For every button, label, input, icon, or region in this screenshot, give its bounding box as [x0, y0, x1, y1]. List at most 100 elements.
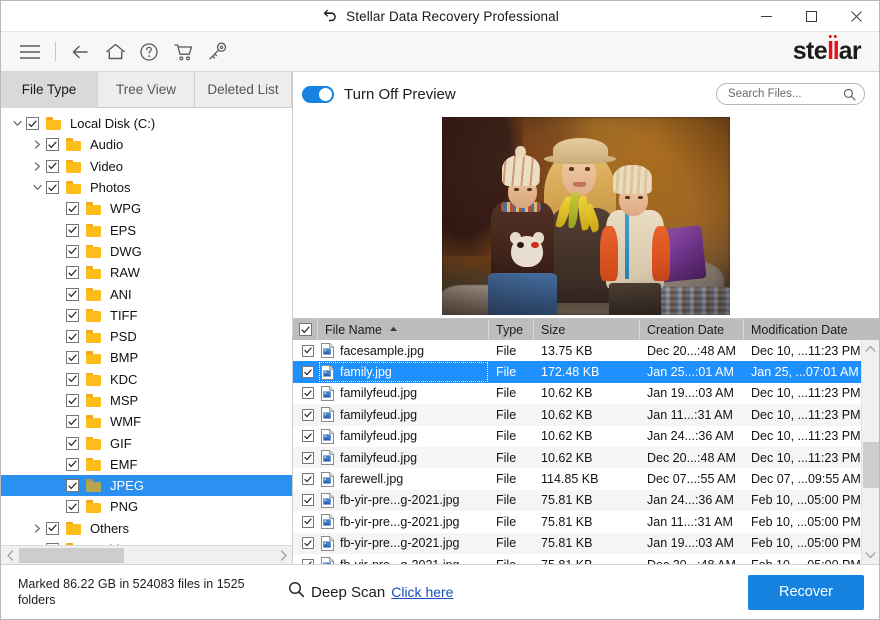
tree-node-bmp[interactable]: BMP — [1, 347, 292, 368]
tree-node-checkbox[interactable] — [66, 351, 79, 364]
column-header-modification-date[interactable]: Modification Date — [744, 319, 879, 340]
row-checkbox[interactable] — [302, 366, 314, 378]
tab-tree-view[interactable]: Tree View — [98, 72, 195, 108]
tree-hscroll-thumb[interactable] — [19, 548, 124, 563]
row-checkbox[interactable] — [302, 409, 314, 421]
hamburger-menu-icon[interactable] — [14, 36, 46, 68]
table-vscroll-track[interactable] — [862, 358, 880, 546]
twisty-down-icon[interactable] — [9, 120, 26, 127]
tree-node-checkbox[interactable] — [46, 181, 59, 194]
deep-scan-link[interactable]: Click here — [391, 584, 453, 600]
tree-node-gif[interactable]: GIF — [1, 432, 292, 453]
table-row[interactable]: family.jpgFile172.48 KBJan 25...:01 AMJa… — [293, 361, 861, 382]
preview-toggle[interactable] — [302, 86, 334, 103]
row-checkbox[interactable] — [302, 516, 314, 528]
search-box[interactable] — [716, 83, 865, 105]
scroll-left-icon[interactable] — [1, 546, 19, 564]
help-icon[interactable] — [133, 36, 165, 68]
row-checkbox-cell[interactable] — [293, 361, 318, 382]
table-row[interactable]: fb-yir-pre...g-2021.jpgFile75.81 KBJan 1… — [293, 511, 861, 532]
row-checkbox[interactable] — [302, 494, 314, 506]
table-row[interactable]: familyfeud.jpgFile10.62 KBJan 24...:36 A… — [293, 426, 861, 447]
tree-node-jpeg[interactable]: JPEG — [1, 475, 292, 496]
tree-node-checkbox[interactable] — [46, 160, 59, 173]
table-row[interactable]: fb-yir-pre...g-2021.jpgFile75.81 KBJan 1… — [293, 533, 861, 554]
tree-node-ani[interactable]: ANI — [1, 283, 292, 304]
tree-node-checkbox[interactable] — [66, 202, 79, 215]
row-checkbox[interactable] — [302, 452, 314, 464]
table-row[interactable]: familyfeud.jpgFile10.62 KBJan 19...:03 A… — [293, 383, 861, 404]
tree-node-checkbox[interactable] — [66, 437, 79, 450]
tree-node-checkbox[interactable] — [46, 522, 59, 535]
tree-node-audio[interactable]: Audio — [1, 134, 292, 155]
tree-node-checkbox[interactable] — [66, 500, 79, 513]
tree-node-others[interactable]: Others — [1, 518, 292, 539]
tree-node-emf[interactable]: EMF — [1, 454, 292, 475]
tree-node-checkbox[interactable] — [46, 543, 59, 545]
tree-node-video[interactable]: Video — [1, 156, 292, 177]
table-row[interactable]: familyfeud.jpgFile10.62 KBDec 20...:48 A… — [293, 447, 861, 468]
column-header-file-name[interactable]: File Name — [318, 319, 489, 340]
tree-node-wmf[interactable]: WMF — [1, 411, 292, 432]
table-row[interactable]: facesample.jpgFile13.75 KBDec 20...:48 A… — [293, 340, 861, 361]
row-checkbox-cell[interactable] — [293, 447, 318, 468]
column-header-type[interactable]: Type — [489, 319, 534, 340]
key-icon[interactable] — [201, 36, 233, 68]
twisty-right-icon[interactable] — [29, 524, 46, 533]
table-row[interactable]: fb-yir-pre...g-2021.jpgFile75.81 KBDec 2… — [293, 554, 861, 564]
row-checkbox-cell[interactable] — [293, 511, 318, 532]
table-vertical-scrollbar[interactable] — [861, 340, 879, 564]
tree-node-wpg[interactable]: WPG — [1, 198, 292, 219]
tree-node-kdc[interactable]: KDC — [1, 369, 292, 390]
tree-node-checkbox[interactable] — [46, 138, 59, 151]
minimize-button[interactable] — [744, 1, 789, 32]
tree-horizontal-scrollbar[interactable] — [1, 545, 292, 564]
select-all-checkbox[interactable] — [299, 323, 312, 336]
close-button[interactable] — [834, 1, 879, 32]
row-checkbox-cell[interactable] — [293, 383, 318, 404]
tree-node-checkbox[interactable] — [26, 117, 39, 130]
row-checkbox-cell[interactable] — [293, 468, 318, 489]
tree-node-checkbox[interactable] — [66, 245, 79, 258]
tree-node-checkbox[interactable] — [66, 394, 79, 407]
twisty-down-icon[interactable] — [29, 184, 46, 191]
table-vscroll-thumb[interactable] — [863, 442, 879, 488]
tab-file-type[interactable]: File Type — [1, 72, 98, 108]
tree-node-checkbox[interactable] — [66, 479, 79, 492]
home-icon[interactable] — [99, 36, 131, 68]
tree-node-checkbox[interactable] — [66, 266, 79, 279]
tree-node-checkbox[interactable] — [66, 309, 79, 322]
tree-node-checkbox[interactable] — [66, 224, 79, 237]
row-checkbox[interactable] — [302, 387, 314, 399]
column-header-creation-date[interactable]: Creation Date — [640, 319, 744, 340]
scroll-down-icon[interactable] — [862, 546, 880, 564]
row-checkbox[interactable] — [302, 473, 314, 485]
tree-node-local-disk-c[interactable]: Local Disk (C:) — [1, 113, 292, 134]
table-row[interactable]: fb-yir-pre...g-2021.jpgFile75.81 KBJan 2… — [293, 490, 861, 511]
tree-node-photos[interactable]: Photos — [1, 177, 292, 198]
back-arrow-icon[interactable] — [65, 36, 97, 68]
row-checkbox-cell[interactable] — [293, 554, 318, 564]
tab-deleted-list[interactable]: Deleted List — [195, 72, 292, 108]
cart-icon[interactable] — [167, 36, 199, 68]
row-checkbox[interactable] — [302, 537, 314, 549]
tree-node-checkbox[interactable] — [66, 373, 79, 386]
row-checkbox[interactable] — [302, 345, 314, 357]
tree-node-psd[interactable]: PSD — [1, 326, 292, 347]
row-checkbox-cell[interactable] — [293, 490, 318, 511]
column-header-size[interactable]: Size — [534, 319, 640, 340]
file-type-tree[interactable]: Local Disk (C:)AudioVideoPhotosWPGEPSDWG… — [1, 108, 292, 545]
scroll-up-icon[interactable] — [862, 340, 880, 358]
tree-node-checkbox[interactable] — [66, 288, 79, 301]
tree-node-archive[interactable]: Archive — [1, 539, 292, 545]
row-checkbox-cell[interactable] — [293, 340, 318, 361]
row-checkbox-cell[interactable] — [293, 404, 318, 425]
table-row[interactable]: familyfeud.jpgFile10.62 KBJan 11...:31 A… — [293, 404, 861, 425]
table-rows[interactable]: facesample.jpgFile13.75 KBDec 20...:48 A… — [293, 340, 861, 564]
row-checkbox-cell[interactable] — [293, 426, 318, 447]
twisty-right-icon[interactable] — [29, 162, 46, 171]
tree-node-checkbox[interactable] — [66, 415, 79, 428]
tree-node-raw[interactable]: RAW — [1, 262, 292, 283]
tree-node-png[interactable]: PNG — [1, 496, 292, 517]
select-all-header[interactable] — [293, 319, 318, 340]
